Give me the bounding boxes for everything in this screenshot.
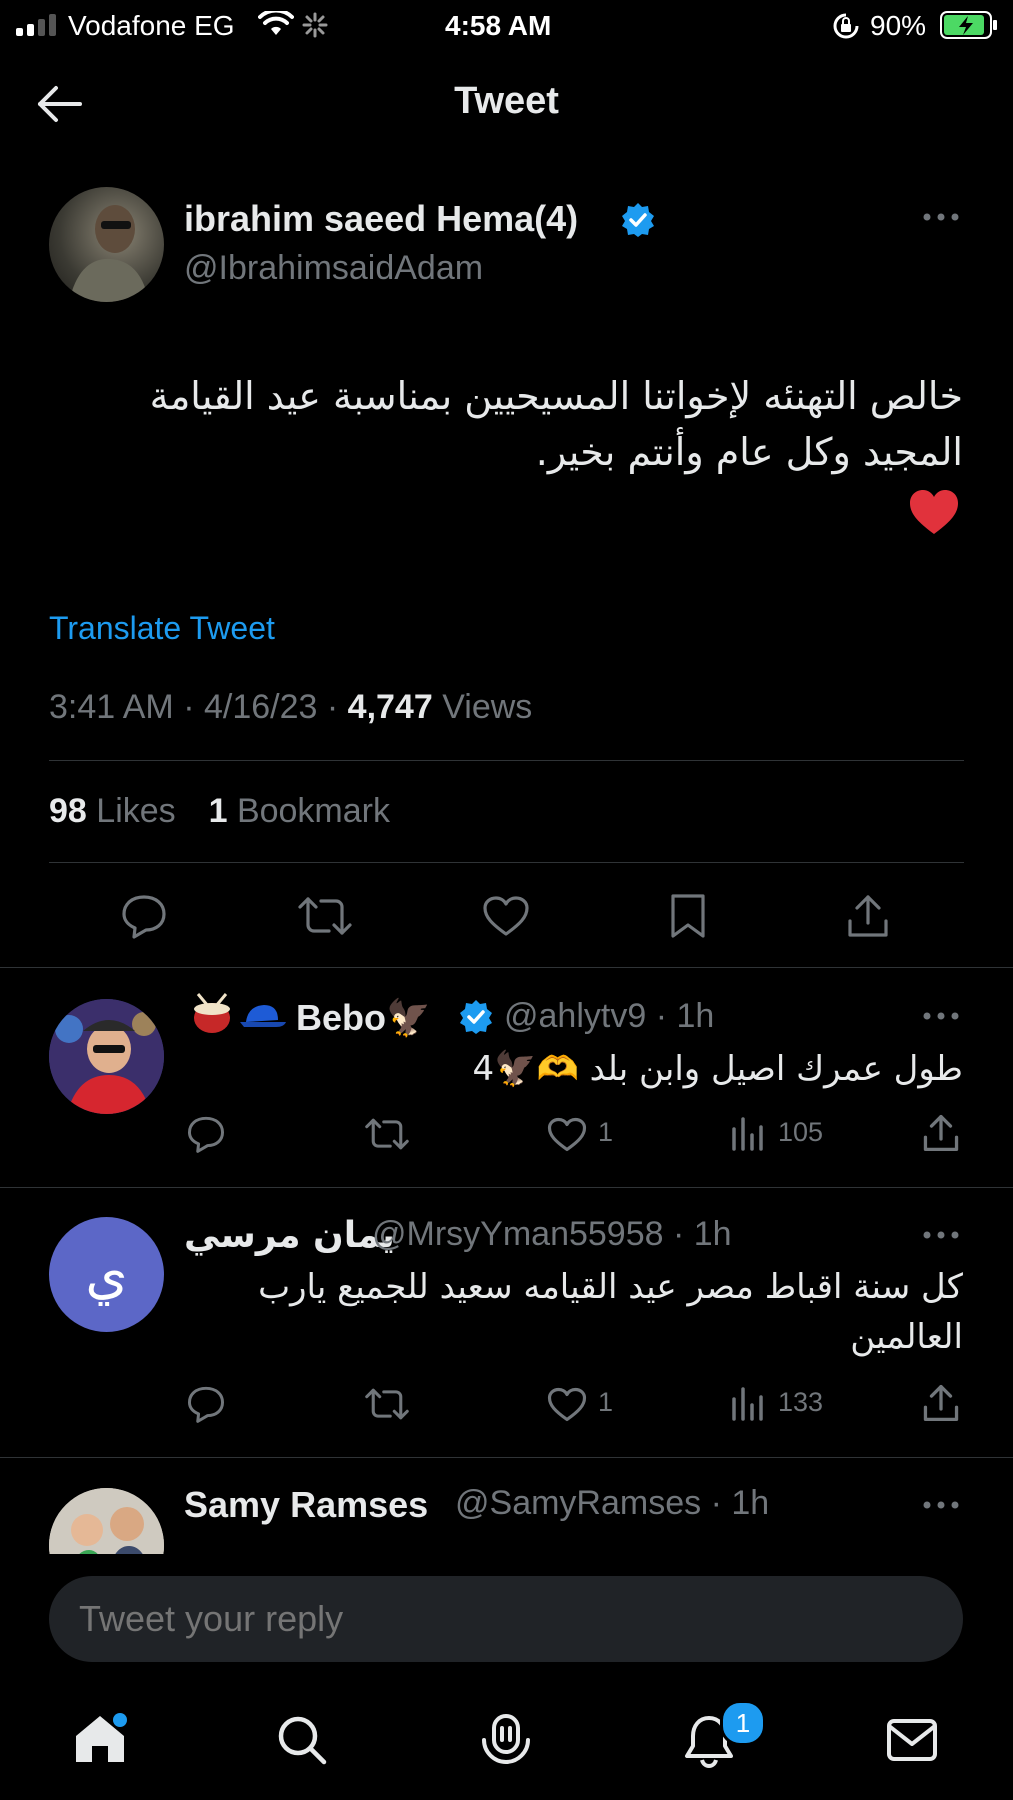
reply-meta: @ahlytv9 · 1h [504, 997, 714, 1036]
reply-text-line: العالمين [850, 1317, 963, 1357]
tweet-text: خالص التهنئه لإخواتنا المسيحيين بمناسبة … [49, 368, 963, 480]
reply-avatar[interactable] [49, 999, 164, 1114]
battery-percent: 90% [870, 10, 927, 41]
reply-age: 1h [693, 1215, 732, 1253]
likes-label[interactable]: Likes [96, 792, 175, 830]
notifications-badge: 1 [720, 1700, 766, 1746]
views-chart-icon[interactable] [730, 1115, 764, 1151]
separator-dot: · [701, 1484, 732, 1522]
reply-item[interactable]: Samy Ramses @SamyRamses · 1h [0, 1458, 1013, 1554]
reply-icon[interactable] [186, 1115, 226, 1153]
tweet-text-line: المجيد وكل عام وأنتم بخير. [535, 430, 963, 474]
more-options-icon[interactable] [922, 1011, 960, 1021]
views-count: 105 [778, 1117, 824, 1147]
author-avatar[interactable] [49, 187, 164, 302]
tweet-time: 3:41 AM [49, 688, 174, 726]
like-count: 1 [598, 1387, 614, 1417]
reply-text: كل سنة اقباط مصر عيد القيامه سعيد للجميع… [184, 1262, 963, 1362]
reply-avatar[interactable]: ي [49, 1217, 164, 1332]
separator-dot: · [326, 688, 348, 726]
like-heart-icon[interactable] [482, 895, 530, 937]
more-options-icon[interactable] [922, 212, 960, 222]
views-count: 133 [778, 1387, 824, 1417]
tweet-text-line: خالص التهنئه لإخواتنا المسيحيين بمناسبة … [149, 374, 963, 418]
share-icon[interactable] [846, 893, 890, 939]
bookmarks-count[interactable]: 1 [209, 792, 228, 830]
author-handle[interactable]: @IbrahimsaidAdam [184, 249, 483, 288]
separator-dot: · [646, 997, 677, 1035]
tab-bar: 1 [0, 1684, 1013, 1800]
retweet-icon[interactable] [297, 895, 353, 937]
translate-tweet-link[interactable]: Translate Tweet [49, 610, 275, 647]
reply-meta: @SamyRamses · 1h [455, 1484, 769, 1523]
like-count: 1 [598, 1117, 614, 1147]
tweet-date: 4/16/23 [203, 688, 318, 726]
reply-author-name[interactable]: Samy Ramses [184, 1484, 428, 1526]
engagement-stats: 98 Likes 1 Bookmark [49, 792, 390, 831]
reply-handle[interactable]: @ahlytv9 [504, 997, 646, 1035]
reply-text-line: طول عمرك اصيل وابن بلد 🫶🦅4 [472, 1049, 963, 1089]
views-chart-icon[interactable] [730, 1385, 764, 1421]
reply-meta: @MrsyYman55958 · 1h [372, 1215, 732, 1254]
likes-count[interactable]: 98 [49, 792, 87, 830]
divider [49, 862, 964, 863]
home-icon[interactable] [72, 1712, 128, 1766]
divider [49, 760, 964, 761]
name-emoji-prefix [190, 992, 290, 1036]
retweet-icon[interactable] [364, 1117, 410, 1151]
loading-spinner-icon [302, 12, 328, 38]
heart-emoji [908, 488, 960, 536]
carrier-label: Vodafone EG [68, 10, 235, 41]
share-icon[interactable] [922, 1113, 960, 1153]
reply-handle[interactable]: @SamyRamses [455, 1484, 701, 1522]
more-options-icon[interactable] [922, 1230, 960, 1240]
views-count: 4,747 [347, 688, 433, 726]
like-heart-icon[interactable] [547, 1387, 587, 1422]
reply-author-name[interactable]: يمان مرسي [184, 1215, 395, 1256]
retweet-icon[interactable] [364, 1387, 410, 1421]
reply-icon[interactable] [186, 1385, 226, 1423]
separator-dot: · [183, 688, 204, 726]
status-bar: Vodafone EG 4:58 AM 90% [0, 0, 1013, 52]
reply-composer [0, 1554, 1013, 1684]
views-label: Views [442, 688, 533, 726]
divider [0, 1187, 1013, 1188]
reply-icon[interactable] [120, 893, 168, 939]
messages-envelope-icon[interactable] [886, 1718, 938, 1762]
verified-badge-icon [458, 999, 494, 1035]
bookmarks-label[interactable]: Bookmark [237, 792, 390, 830]
wifi-icon [258, 11, 294, 37]
orientation-lock-icon [832, 12, 860, 40]
like-heart-icon[interactable] [547, 1117, 587, 1152]
divider [0, 967, 1013, 968]
reply-input[interactable] [49, 1576, 963, 1662]
verified-badge-icon [620, 202, 656, 238]
reply-avatar[interactable] [49, 1488, 164, 1554]
tweet-meta: 3:41 AM · 4/16/23 · 4,747 Views [49, 688, 532, 727]
search-icon[interactable] [276, 1714, 328, 1766]
header: Tweet [0, 60, 1013, 150]
signal-icon [16, 14, 60, 36]
clock: 4:58 AM [445, 10, 552, 41]
author-name[interactable]: ibrahim saeed Hema(4) [184, 198, 578, 240]
reply-text-line: كل سنة اقباط مصر عيد القيامه سعيد للجميع… [258, 1267, 963, 1307]
reply-handle[interactable]: @MrsyYman55958 [372, 1215, 664, 1253]
avatar-letter: ي [85, 1243, 128, 1306]
more-options-icon[interactable] [922, 1500, 960, 1510]
share-icon[interactable] [922, 1383, 960, 1423]
page-title: Tweet [454, 80, 559, 122]
reply-age: 1h [731, 1484, 770, 1522]
reply-author-name[interactable]: Bebo🦅 [296, 997, 431, 1039]
bookmark-icon[interactable] [668, 893, 708, 939]
battery-charging-icon [940, 10, 998, 40]
reply-age: 1h [676, 997, 715, 1035]
separator-dot: · [663, 1215, 694, 1253]
spaces-icon[interactable] [478, 1712, 534, 1768]
reply-text: طول عمرك اصيل وابن بلد 🫶🦅4 [184, 1044, 963, 1094]
